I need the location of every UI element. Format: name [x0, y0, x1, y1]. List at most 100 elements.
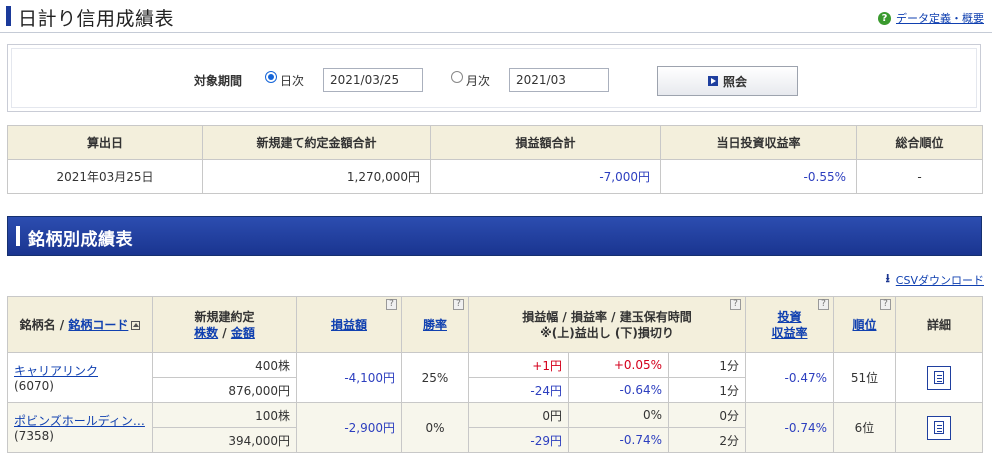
sort-amount-link[interactable]: 金額 — [231, 326, 255, 340]
daily-date-input[interactable]: 2021/03/25 — [323, 68, 423, 92]
up-range-cell: 0円 — [468, 402, 569, 428]
down-time-cell: 1分 — [668, 377, 746, 403]
detail-table: 銘柄名 / 銘柄コード 新規建約定 株数 / 金額 損益額 ? 勝率 ? 損益幅… — [7, 296, 983, 453]
csv-download-link[interactable]: CSVダウンロード — [896, 272, 984, 288]
summary-header-pnl: 損益額合計 — [430, 125, 661, 160]
stock-code: (6070) — [14, 379, 54, 393]
section-header: 銘柄別成績表 — [7, 216, 982, 256]
sort-shares-link[interactable]: 株数 — [194, 326, 218, 340]
page-header: 日計り信用成績表 ? データ定義・概要 — [0, 0, 992, 33]
amount-cell: 394,000円 — [152, 427, 297, 453]
detail-document-icon[interactable] — [927, 415, 951, 440]
query-button[interactable]: 照会 — [657, 66, 798, 96]
header-win-rate: 勝率 ? — [401, 296, 469, 353]
summary-header-date: 算出日 — [7, 125, 203, 160]
header-range-line2: ※(上)益出し (下)損切り — [540, 325, 674, 340]
play-icon — [707, 76, 718, 86]
search-panel: 対象期間 日次 2021/03/25 月次 2021/03 照会 — [7, 44, 981, 112]
daily-radio-label[interactable]: 日次 — [280, 72, 304, 89]
stock-name-link[interactable]: キャリアリンク — [14, 364, 98, 378]
download-icon: ⭳ — [885, 271, 890, 285]
header-new-contract-label: 新規建約定 — [194, 309, 255, 324]
header-name-code: 銘柄名 / 銘柄コード — [7, 296, 153, 353]
header-rank: 順位 ? — [833, 296, 896, 353]
sort-pnl-link[interactable]: 損益額 — [331, 318, 367, 332]
csv-download-wrap[interactable]: ⭳ CSVダウンロード — [886, 269, 984, 290]
help-link-wrap[interactable]: ? データ定義・概要 — [878, 10, 984, 26]
win-rate-cell: 25% — [401, 352, 469, 403]
pnl-cell: -2,900円 — [296, 402, 402, 453]
amount-cell: 876,000円 — [152, 377, 297, 403]
stock-cell: ポビンズホールディン… (7358) — [7, 402, 153, 453]
question-icon[interactable]: ? — [818, 299, 829, 310]
header-new-contract: 新規建約定 株数 / 金額 — [152, 296, 297, 353]
down-range-cell: -24円 — [468, 377, 569, 403]
stock-code: (7358) — [14, 429, 54, 443]
up-rate-cell: +0.05% — [568, 352, 669, 378]
monthly-radio[interactable] — [451, 71, 463, 83]
down-time-cell: 2分 — [668, 427, 746, 453]
search-panel-inner — [11, 48, 977, 108]
header-name: 銘柄名 / — [19, 317, 69, 332]
sort-asc-icon[interactable] — [131, 320, 141, 330]
header-invest-return: 投資 収益率 ? — [745, 296, 834, 353]
title-accent-bar — [6, 6, 11, 26]
up-range-cell: +1円 — [468, 352, 569, 378]
section-title: 銘柄別成績表 — [28, 230, 133, 250]
sort-return-link[interactable]: 収益率 — [771, 326, 807, 340]
header-pnl: 損益額 ? — [296, 296, 402, 353]
stock-name-link[interactable]: ポビンズホールディン… — [14, 414, 145, 428]
return-rate-cell: -0.47% — [745, 352, 834, 403]
question-icon[interactable]: ? — [880, 299, 891, 310]
sort-rank-link[interactable]: 順位 — [852, 318, 876, 332]
daily-radio[interactable] — [265, 71, 277, 83]
header-range-line1: 損益幅 / 損益率 / 建玉保有時間 — [522, 309, 692, 324]
summary-return-rate: -0.55% — [660, 159, 857, 194]
down-rate-cell: -0.64% — [568, 377, 669, 403]
summary-total-amount: 1,270,000円 — [202, 159, 431, 194]
table-row: キャリアリンク (6070) 400株 -4,100円 25% +1円 +0.0… — [7, 352, 983, 403]
monthly-date-input[interactable]: 2021/03 — [509, 68, 609, 92]
question-icon[interactable]: ? — [386, 299, 397, 310]
shares-cell: 400株 — [152, 352, 297, 378]
summary-row: 2021年03月25日 1,270,000円 -7,000円 -0.55% - — [7, 159, 983, 194]
sort-win-rate-link[interactable]: 勝率 — [423, 318, 447, 332]
up-time-cell: 0分 — [668, 402, 746, 428]
down-rate-cell: -0.74% — [568, 427, 669, 453]
pnl-cell: -4,100円 — [296, 352, 402, 403]
up-time-cell: 1分 — [668, 352, 746, 378]
win-rate-cell: 0% — [401, 402, 469, 453]
sort-code-link[interactable]: 銘柄コード — [68, 318, 128, 332]
header-separator: / — [218, 325, 231, 340]
return-rate-cell: -0.74% — [745, 402, 834, 453]
query-button-label: 照会 — [722, 74, 747, 89]
shares-cell: 100株 — [152, 402, 297, 428]
page-title: 日計り信用成績表 — [18, 8, 175, 30]
summary-header-amount: 新規建て約定金額合計 — [202, 125, 431, 160]
summary-date: 2021年03月25日 — [7, 159, 203, 194]
detail-document-icon[interactable] — [927, 365, 951, 390]
rank-cell: 6位 — [833, 402, 896, 453]
header-detail: 詳細 — [895, 296, 983, 353]
table-row: ポビンズホールディン… (7358) 100株 -2,900円 0% 0円 0%… — [7, 402, 983, 453]
summary-pnl-total: -7,000円 — [430, 159, 661, 194]
sort-invest-link[interactable]: 投資 — [777, 310, 801, 324]
summary-rank: - — [856, 159, 983, 194]
help-icon: ? — [878, 11, 891, 25]
detail-header-row: 銘柄名 / 銘柄コード 新規建約定 株数 / 金額 損益額 ? 勝率 ? 損益幅… — [7, 296, 983, 353]
detail-cell — [895, 402, 983, 453]
detail-cell — [895, 352, 983, 403]
summary-table: 算出日 新規建て約定金額合計 損益額合計 当日投資収益率 総合順位 2021年0… — [7, 125, 983, 194]
question-icon[interactable]: ? — [730, 299, 741, 310]
summary-header-return: 当日投資収益率 — [660, 125, 857, 160]
rank-cell: 51位 — [833, 352, 896, 403]
up-rate-cell: 0% — [568, 402, 669, 428]
section-stripe — [16, 226, 20, 246]
header-range: 損益幅 / 損益率 / 建玉保有時間 ※(上)益出し (下)損切り ? — [468, 296, 746, 353]
summary-header-row: 算出日 新規建て約定金額合計 損益額合計 当日投資収益率 総合順位 — [7, 125, 983, 160]
data-definition-link[interactable]: データ定義・概要 — [896, 10, 984, 26]
question-icon[interactable]: ? — [453, 299, 464, 310]
stock-cell: キャリアリンク (6070) — [7, 352, 153, 403]
down-range-cell: -29円 — [468, 427, 569, 453]
monthly-radio-label[interactable]: 月次 — [466, 72, 490, 89]
